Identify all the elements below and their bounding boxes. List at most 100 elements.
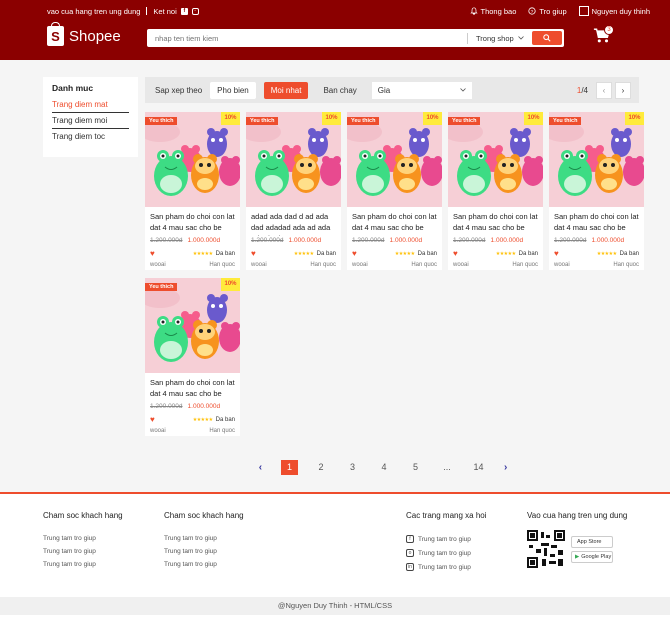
footer-link[interactable]: Trung tam tro giup <box>43 535 123 542</box>
pagination-prev-button[interactable]: ‹ <box>256 462 265 473</box>
favorite-badge: Yeu thich <box>549 117 582 125</box>
footer-col-title: Cac trang mang xa hoi <box>406 511 487 520</box>
footer-link[interactable]: Trung tam tro giup <box>43 548 123 555</box>
footer-link-label: Trung tam tro giup <box>418 535 471 543</box>
product-card[interactable]: Yeu thich 10% San pham do choi con lat d… <box>448 112 543 270</box>
product-image-art <box>145 278 240 373</box>
page-button-4[interactable]: 4 <box>375 460 393 475</box>
prev-page-button[interactable]: ‹ <box>596 81 612 99</box>
footer-link[interactable]: Trung tam tro giup <box>43 561 123 568</box>
brand-label: wooai <box>251 262 267 268</box>
footer-col-social: Cac trang mang xa hoi f Trung tam tro giu… <box>406 511 487 577</box>
sidebar-item-hair-makeup[interactable]: Trang diem toc <box>52 129 129 144</box>
old-price: 1.200.000d <box>150 237 183 244</box>
footer-link-label: Trung tam tro giup <box>418 563 471 571</box>
app-store-button[interactable]: App Store <box>571 535 613 548</box>
discount-badge: 10% <box>423 112 442 125</box>
favorite-badge: Yeu thich <box>246 117 279 125</box>
rating-stars-icon: ★★★★★ <box>192 250 213 257</box>
favorite-badge: Yeu thich <box>347 117 380 125</box>
old-price: 1.200.000d <box>554 237 587 244</box>
sale-price: 1.000.000d <box>389 237 423 244</box>
search-scope-select[interactable]: Trong shop <box>468 34 532 43</box>
category-sidebar: Danh muc Trang diem mat Trang diem moi T… <box>43 77 138 157</box>
help-icon: ? <box>528 7 536 15</box>
product-name[interactable]: San pham do choi con lat dat 4 mau sac c… <box>448 207 543 236</box>
heart-icon[interactable]: ♥ <box>150 249 155 258</box>
sort-newest-button[interactable]: Moi nhat <box>263 81 309 99</box>
heart-icon[interactable]: ♥ <box>352 249 357 258</box>
user-name: Nguyen duy thinh <box>591 6 650 16</box>
product-image[interactable]: Yeu thich 10% <box>145 278 240 373</box>
instagram-icon[interactable]: ◦ <box>191 7 199 15</box>
footer-link[interactable]: Trung tam tro giup <box>164 561 244 568</box>
page-button-2[interactable]: 2 <box>312 460 330 475</box>
page-button-14[interactable]: 14 <box>470 460 488 475</box>
app-link[interactable]: vao cua hang tren ung dung <box>47 7 140 16</box>
brand-label: wooai <box>150 262 166 268</box>
search-button[interactable] <box>532 31 562 45</box>
product-name[interactable]: San pham do choi con lat dat 4 mau sac c… <box>145 373 240 402</box>
product-name[interactable]: San pham do choi con lat dat 4 mau sac c… <box>145 207 240 236</box>
heart-icon[interactable]: ♥ <box>150 415 155 424</box>
next-page-button[interactable]: › <box>615 81 631 99</box>
google-play-icon: ▶ <box>575 553 580 560</box>
product-card[interactable]: Yeu thich 10% San pham do choi con lat d… <box>145 112 240 270</box>
discount-badge: 10% <box>625 112 644 125</box>
notifications-label: Thong bao <box>480 6 517 16</box>
page-button-3[interactable]: 3 <box>344 460 362 475</box>
help-link[interactable]: ? Tro giup <box>528 7 567 16</box>
footer-link-linkedin[interactable]: in Trung tam tro giup <box>406 563 487 571</box>
user-menu[interactable]: Nguyen duy thinh <box>578 6 650 16</box>
product-card[interactable]: Yeu thich 10% San pham do choi con lat d… <box>347 112 442 270</box>
footer-col-title: Cham soc khach hang <box>43 511 123 520</box>
product-card[interactable]: Yeu thich 10% adad ada dad d ad ada dad … <box>246 112 341 270</box>
logo[interactable]: S Shopee <box>47 22 121 46</box>
page-button-1[interactable]: 1 <box>280 460 299 475</box>
discount-badge: 10% <box>221 112 240 125</box>
product-name[interactable]: San pham do choi con lat dat 4 mau sac c… <box>347 207 442 236</box>
product-name[interactable]: adad ada dad d ad ada dad adadad ada ad … <box>246 207 341 236</box>
product-card[interactable]: Yeu thich 10% San pham do choi con lat d… <box>549 112 644 270</box>
facebook-icon[interactable]: f <box>180 7 188 15</box>
product-card[interactable]: Yeu thich 10% San pham do choi con lat d… <box>145 278 240 436</box>
heart-icon[interactable]: ♥ <box>453 249 458 258</box>
discount-badge: 10% <box>524 112 543 125</box>
sale-price: 1.000.000d <box>591 237 625 244</box>
product-image[interactable]: Yeu thich 10% <box>549 112 644 207</box>
notifications-link[interactable]: Thong bao <box>469 6 517 16</box>
search-input[interactable] <box>147 29 467 47</box>
product-name[interactable]: San pham do choi con lat dat 4 mau sac c… <box>549 207 644 236</box>
sort-bestselling-button[interactable]: Ban chay <box>316 82 363 99</box>
product-image[interactable]: Yeu thich 10% <box>145 112 240 207</box>
heart-icon[interactable]: ♥ <box>554 249 559 258</box>
sale-price: 1.000.000d <box>187 403 221 410</box>
heart-icon[interactable]: ♥ <box>251 249 256 258</box>
product-image-art <box>347 112 442 207</box>
sold-label: Da ban <box>316 250 336 257</box>
page-button-5[interactable]: 5 <box>407 460 425 475</box>
divider <box>146 7 148 15</box>
facebook-icon: f <box>406 535 414 543</box>
brand-label: wooai <box>150 428 166 434</box>
app-store-links: App Store ▶ Google Play <box>571 535 613 563</box>
origin-label: Han quoc <box>613 262 639 268</box>
sidebar-item-lip-makeup[interactable]: Trang diem moi <box>52 112 129 129</box>
product-image[interactable]: Yeu thich 10% <box>347 112 442 207</box>
footer-link[interactable]: Trung tam tro giup <box>164 535 244 542</box>
footer-link[interactable]: Trung tam tro giup <box>164 548 244 555</box>
cart-button[interactable]: 3 <box>593 25 614 45</box>
product-image[interactable]: Yeu thich 10% <box>246 112 341 207</box>
footer-link-instagram[interactable]: o Trung tam tro giup <box>406 549 487 557</box>
sold-label: Da ban <box>215 416 235 423</box>
price-select[interactable]: Gia <box>371 81 472 99</box>
pagination-next-button[interactable]: › <box>501 462 510 473</box>
sort-popular-button[interactable]: Pho bien <box>210 81 256 99</box>
google-play-button[interactable]: ▶ Google Play <box>571 550 613 563</box>
sale-price: 1.000.000d <box>288 237 322 244</box>
origin-label: Han quoc <box>209 262 235 268</box>
product-image[interactable]: Yeu thich 10% <box>448 112 543 207</box>
sidebar-item-eye-makeup[interactable]: Trang diem mat <box>52 97 129 112</box>
search-bar: Trong shop <box>147 29 564 47</box>
footer-link-facebook[interactable]: f Trung tam tro giup <box>406 535 487 543</box>
